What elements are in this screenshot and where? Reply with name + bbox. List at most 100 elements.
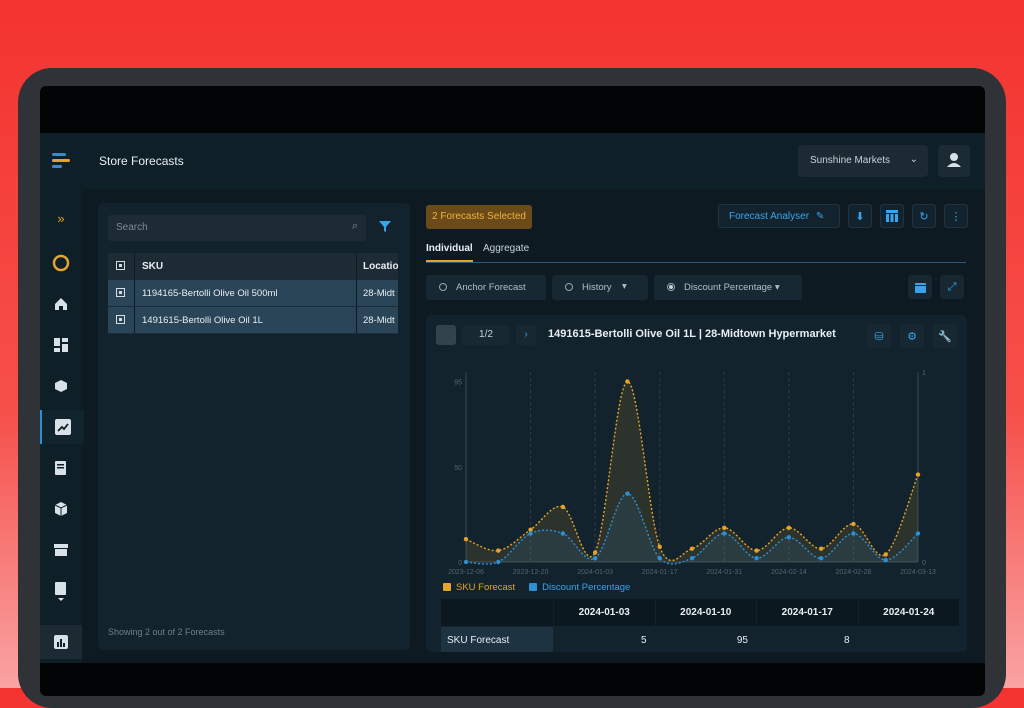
row-sku: 1491615-Bertolli Olive Oil 1L	[142, 315, 263, 326]
refresh-button[interactable]: ↻	[912, 204, 936, 228]
anchor-forecast-toggle[interactable]: Anchor Forecast	[426, 275, 546, 300]
column-location[interactable]: Locatio	[363, 261, 398, 272]
gear-icon: ⚙	[907, 330, 917, 343]
app-screen: Store Forecasts Sunshine Markets ⌄ » Sea…	[40, 133, 985, 663]
sku-forecast-point	[560, 504, 566, 510]
row-location: 28-Midt	[363, 288, 395, 299]
analytics-icon[interactable]	[40, 625, 82, 659]
inventory-icon[interactable]	[40, 369, 82, 403]
sku-forecast-point	[625, 379, 630, 384]
discount-percentage-point	[754, 556, 759, 561]
caret-down-icon: ▾	[774, 282, 780, 293]
discount-percentage-point	[818, 556, 824, 561]
tab-individual[interactable]: Individual	[426, 243, 473, 262]
table-row[interactable]: 1491615-Bertolli Olive Oil 1L 28-Midt	[108, 307, 398, 334]
discount-percentage-point	[592, 556, 598, 561]
radio-selected-icon	[667, 283, 675, 291]
discount-percentage-point	[722, 531, 727, 536]
forecast-cell[interactable]: 5	[553, 626, 656, 652]
user-button[interactable]	[938, 145, 970, 177]
discount-label: Discount Percentage	[684, 282, 773, 293]
previous-page-button[interactable]	[436, 325, 456, 345]
forecast-cell[interactable]	[857, 626, 960, 652]
caret-down-icon: ▾	[622, 281, 627, 292]
view-tabs: Individual Aggregate	[426, 243, 966, 263]
selected-count-badge: 2 Forecasts Selected	[426, 205, 532, 229]
search-icon[interactable]: ⌕	[352, 220, 358, 233]
app-logo-icon[interactable]	[52, 153, 72, 169]
refresh-icon: ↻	[919, 210, 929, 223]
column-sku[interactable]: SKU	[142, 261, 163, 272]
sku-forecast-point	[528, 527, 533, 532]
expand-icon[interactable]: »	[40, 201, 82, 235]
date-header: 2024-01-10	[654, 598, 757, 627]
y-tick-label: 95	[454, 380, 462, 387]
discount-percentage-point	[657, 556, 662, 561]
store-name: Sunshine Markets	[810, 155, 891, 166]
forecast-chart[interactable]: 2023-12-06 2023-12-20 2024-01-03 2024-01-17…	[426, 360, 967, 585]
history-label: History	[582, 282, 612, 293]
box-icon[interactable]	[40, 492, 82, 526]
chart-tools-button[interactable]: 🔧	[933, 324, 957, 348]
document-icon[interactable]	[40, 451, 82, 485]
row-checkbox[interactable]	[116, 315, 125, 324]
search-placeholder: Search	[116, 222, 148, 233]
anchor-forecast-label: Anchor Forecast	[456, 282, 526, 293]
tab-aggregate[interactable]: Aggregate	[483, 243, 529, 260]
result-count: Showing 2 out of 2 Forecasts	[108, 627, 225, 637]
magic-wand-icon: ✎	[815, 211, 825, 222]
radio-icon	[565, 283, 573, 291]
sku-forecast-point	[883, 552, 888, 557]
home-icon[interactable]	[40, 287, 82, 321]
x-tick-label: 2024-01-03	[577, 569, 613, 576]
discount-percentage-point	[851, 531, 856, 536]
sku-forecast-point	[851, 521, 856, 527]
x-tick-label: 2023-12-06	[448, 569, 484, 576]
x-tick-label: 2024-03-13	[900, 569, 936, 576]
history-dropdown[interactable]: History ▾	[552, 275, 648, 300]
store-selector[interactable]: Sunshine Markets ⌄	[798, 145, 928, 177]
sku-forecast-point	[689, 546, 695, 551]
legend-sku-forecast[interactable]: SKU Forecast	[443, 582, 515, 593]
sku-forecast-point	[592, 550, 598, 555]
calendar-button[interactable]	[908, 275, 932, 299]
forecast-cell[interactable]: 8	[756, 626, 859, 652]
sku-forecast-point	[657, 544, 662, 549]
download-button[interactable]: ⬇	[848, 204, 872, 228]
date-header: 2024-01-03	[553, 598, 656, 627]
sku-forecast-point	[915, 472, 921, 477]
forecast-icon[interactable]	[40, 410, 84, 444]
forecast-cell[interactable]: 95	[654, 626, 757, 652]
forecast-analyser-button[interactable]: Forecast Analyser ✎	[718, 204, 840, 228]
select-all-checkbox[interactable]	[116, 261, 125, 270]
forecast-detail-panel: 2 Forecasts Selected Forecast Analyser ✎…	[426, 203, 971, 652]
chart-settings-button[interactable]: ⛁	[867, 324, 891, 348]
chart-legend: SKU Forecast Discount Percentage	[443, 582, 630, 593]
database-icon: ⛁	[874, 330, 884, 343]
search-input[interactable]: Search ⌕	[108, 215, 366, 241]
table-row[interactable]: 1194165-Bertolli Olive Oil 500ml 28-Midt	[108, 280, 398, 307]
radio-icon	[439, 283, 447, 291]
store-icon[interactable]	[40, 533, 82, 567]
x-tick-label: 2024-02-14	[771, 569, 807, 576]
y-right-tick-label: 0	[922, 560, 926, 567]
discount-percentage-dropdown[interactable]: Discount Percentage ▾	[654, 275, 802, 300]
page-title: Store Forecasts	[99, 154, 184, 168]
circle-logo-icon[interactable]	[40, 246, 82, 280]
table-header: SKU Locatio	[108, 253, 398, 280]
row-checkbox[interactable]	[116, 288, 125, 297]
more-options-button[interactable]: ⋮	[944, 204, 968, 228]
filter-icon[interactable]	[378, 219, 392, 233]
x-tick-label: 2024-01-17	[642, 569, 678, 576]
report-icon[interactable]	[40, 574, 82, 608]
forecast-analyser-label: Forecast Analyser	[729, 211, 810, 222]
next-page-button[interactable]: ›	[516, 325, 536, 345]
dashboard-icon[interactable]	[40, 328, 82, 362]
x-tick-label: 2024-02-28	[836, 569, 872, 576]
discount-percentage-point	[915, 531, 921, 536]
chevron-right-icon: ›	[524, 329, 528, 340]
chart-config-button[interactable]: ⚙	[900, 324, 924, 348]
legend-discount-percentage[interactable]: Discount Percentage	[529, 582, 630, 593]
expand-button[interactable]: ⤢	[940, 275, 964, 299]
table-view-button[interactable]	[880, 204, 904, 228]
